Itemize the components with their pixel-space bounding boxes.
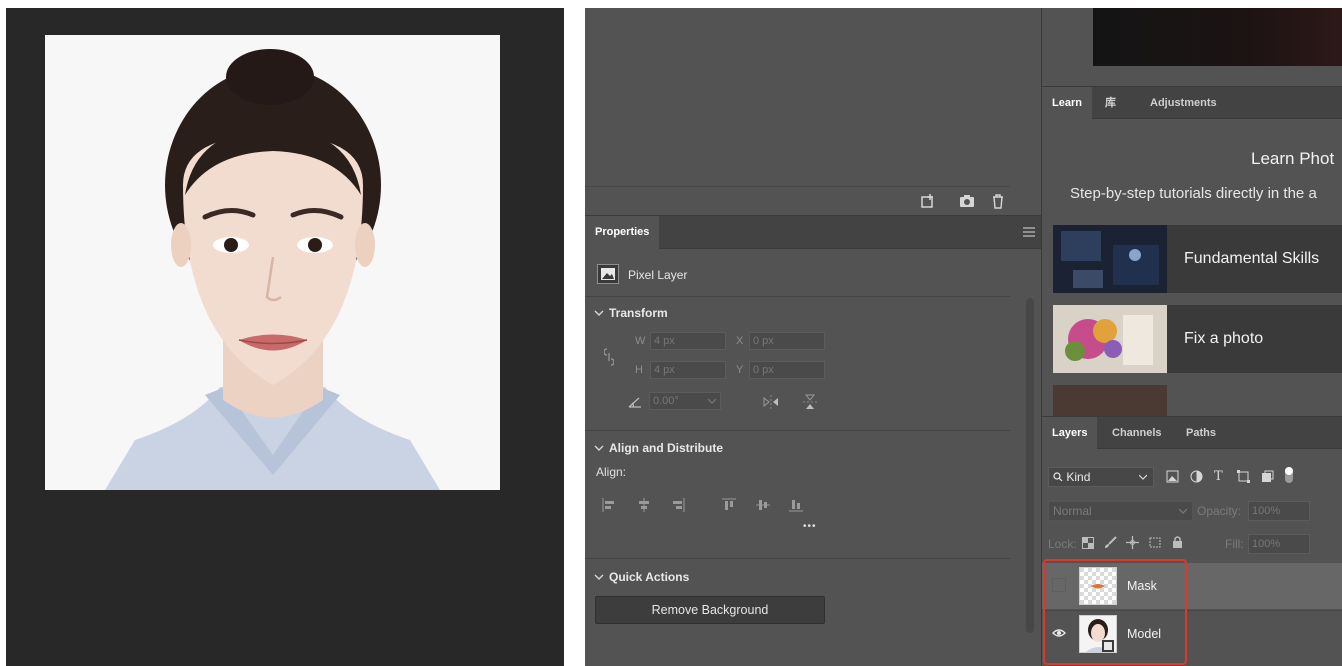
learn-subtitle: Step-by-step tutorials directly in the a — [1070, 185, 1317, 202]
filter-pixel-icon[interactable] — [1166, 470, 1179, 483]
layer-type-label: Pixel Layer — [628, 268, 688, 282]
height-label: H — [635, 364, 643, 376]
middle-panel-column: Properties Pixel Layer Transform W 4 px … — [585, 8, 1041, 666]
align-top-icon[interactable] — [722, 498, 736, 512]
flip-vertical-icon[interactable] — [803, 394, 817, 410]
properties-panel: Properties Pixel Layer Transform W 4 px … — [585, 215, 1041, 666]
tab-paths[interactable]: Paths — [1176, 417, 1226, 449]
learn-tabbar: Learn 库 Adjustments — [1042, 87, 1342, 119]
trash-icon[interactable] — [990, 193, 1006, 209]
fill-field[interactable]: 100% — [1248, 534, 1310, 554]
panel-menu-icon[interactable] — [1023, 227, 1035, 237]
layer-type-row: Pixel Layer — [585, 261, 1010, 287]
y-label: Y — [736, 364, 744, 376]
x-field[interactable]: 0 px — [749, 332, 825, 350]
opacity-field[interactable]: 100% — [1248, 501, 1310, 521]
chevron-down-icon — [594, 445, 604, 451]
tutorial-thumbnail — [1053, 225, 1167, 293]
navigator-preview — [1093, 8, 1342, 66]
properties-scrollbar[interactable] — [1026, 298, 1034, 633]
lock-label: Lock: — [1048, 537, 1077, 551]
camera-icon[interactable] — [959, 193, 975, 209]
new-snapshot-icon[interactable] — [920, 193, 936, 209]
filter-shape-icon[interactable] — [1237, 470, 1250, 483]
align-left-icon[interactable] — [602, 498, 616, 512]
tutorial-label: Fundamental Skills — [1184, 250, 1320, 267]
x-label: X — [736, 335, 744, 347]
filter-kind-select[interactable]: Kind — [1048, 467, 1154, 487]
quick-actions-header[interactable]: Quick Actions — [594, 570, 689, 584]
lock-image-pixels-icon[interactable] — [1104, 536, 1117, 549]
align-label: Align: — [596, 465, 627, 479]
align-header[interactable]: Align and Distribute — [594, 441, 723, 455]
lock-all-icon[interactable] — [1172, 535, 1183, 549]
document-canvas[interactable] — [6, 8, 564, 666]
link-icon[interactable] — [604, 348, 614, 366]
divider — [585, 296, 1010, 297]
tab-learn[interactable]: Learn — [1042, 87, 1092, 119]
lock-artboard-icon[interactable] — [1148, 536, 1162, 549]
learn-panel: Learn 库 Adjustments Learn Phot Step-by-s… — [1042, 86, 1342, 417]
tutorial-label: Fix a photo — [1184, 330, 1264, 347]
history-footer — [585, 186, 1010, 214]
chevron-down-icon — [594, 310, 604, 316]
more-options-button[interactable]: ••• — [803, 521, 817, 532]
search-icon — [1053, 472, 1063, 482]
remove-background-button[interactable]: Remove Background — [595, 596, 825, 624]
height-field[interactable]: 4 px — [650, 361, 726, 379]
tab-layers[interactable]: Layers — [1042, 417, 1098, 449]
properties-tabbar: Properties — [585, 216, 1041, 249]
angle-icon — [628, 397, 641, 408]
filter-adjustment-icon[interactable] — [1190, 470, 1203, 483]
portrait-illustration — [45, 35, 500, 490]
filter-type-icon[interactable]: T — [1214, 469, 1223, 484]
tab-channels[interactable]: Channels — [1102, 417, 1172, 449]
align-bottom-icon[interactable] — [789, 498, 803, 512]
learn-title: Learn Phot — [1251, 149, 1335, 168]
align-right-icon[interactable] — [671, 498, 685, 512]
flip-horizontal-icon[interactable] — [763, 395, 779, 409]
tab-adjustments[interactable]: Adjustments — [1140, 87, 1227, 119]
layers-tabbar: Layers Channels Paths — [1042, 417, 1342, 449]
tutorial-thumbnail-partial — [1053, 385, 1167, 417]
transform-header[interactable]: Transform — [594, 306, 668, 320]
lock-position-icon[interactable] — [1126, 536, 1139, 549]
chevron-down-icon — [708, 398, 716, 404]
chevron-down-icon — [594, 574, 604, 580]
filter-toggle-icon[interactable] — [1284, 466, 1294, 484]
filter-smart-object-icon[interactable] — [1261, 470, 1274, 483]
layers-panel: Layers Channels Paths Kind T Normal Opac… — [1042, 416, 1342, 666]
width-field[interactable]: 4 px — [650, 332, 726, 350]
fill-label: Fill: — [1225, 537, 1244, 551]
width-label: W — [635, 335, 646, 347]
tab-libraries[interactable]: 库 — [1095, 87, 1126, 119]
tab-properties[interactable]: Properties — [585, 216, 660, 249]
align-horizontal-center-icon[interactable] — [637, 498, 651, 512]
y-field[interactable]: 0 px — [749, 361, 825, 379]
tutorial-card-fix-a-photo[interactable]: Fix a photo — [1053, 305, 1342, 373]
chevron-down-icon — [1139, 474, 1147, 480]
angle-field[interactable]: 0.00° — [649, 392, 721, 410]
layers-highlight-annotation — [1043, 559, 1187, 665]
opacity-label: Opacity: — [1197, 504, 1242, 518]
align-vertical-center-icon[interactable] — [756, 498, 770, 512]
chevron-down-icon — [1179, 508, 1187, 514]
divider — [585, 430, 1010, 431]
portrait-image[interactable] — [45, 35, 500, 490]
history-panel — [585, 8, 1041, 215]
tutorial-thumbnail — [1053, 305, 1167, 373]
tutorial-card-fundamental-skills[interactable]: Fundamental Skills — [1053, 225, 1342, 293]
blend-mode-select[interactable]: Normal — [1048, 501, 1193, 521]
right-panel-column: Learn 库 Adjustments Learn Phot Step-by-s… — [1041, 8, 1342, 666]
lock-transparent-pixels-icon[interactable] — [1082, 537, 1094, 549]
divider — [585, 558, 1010, 559]
pixel-layer-icon — [597, 264, 619, 284]
